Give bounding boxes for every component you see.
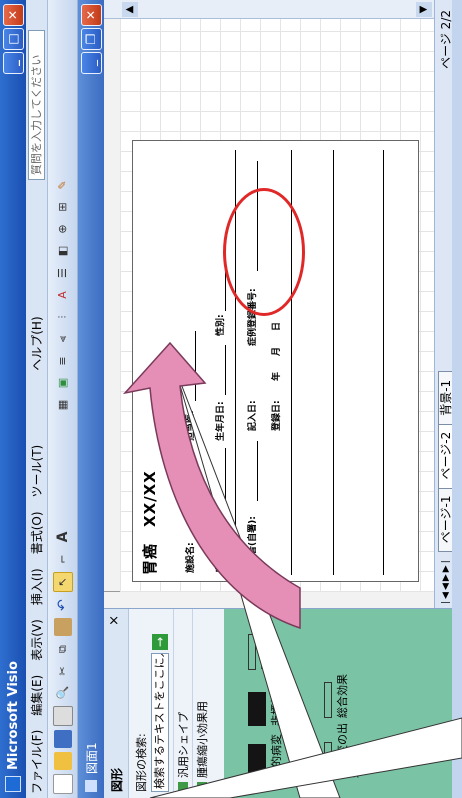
cut-icon[interactable]: ✂ — [54, 662, 72, 680]
field-initials: 患者イニシャル — [216, 509, 226, 573]
visio-window: Microsoft Visio _ □ ✕ ファイル(F) 編集(E) 表示(V… — [0, 0, 462, 798]
shapes-pane-header: 図形 × — [104, 609, 129, 798]
close-button[interactable]: ✕ — [3, 4, 24, 26]
month-label: 月 — [272, 346, 282, 356]
facility-line — [195, 457, 196, 537]
drawing-canvas[interactable]: 胃癌 XX/XX 施設名: 担当医: 患者イニシャル 生年月日: 性別: 記入者… — [120, 18, 434, 592]
align-center-icon[interactable]: ⫶ — [54, 308, 72, 326]
pointer-tool-icon[interactable]: ↖ — [52, 572, 73, 592]
shape-new-lesion-icon — [324, 742, 332, 778]
field-record-date: 記入日: — [248, 400, 258, 431]
help-search-input[interactable]: 質問を入力してください — [28, 30, 45, 180]
grid-icon[interactable]: ⊞ — [54, 198, 72, 216]
preview-icon[interactable]: 🔍 — [54, 684, 72, 702]
menu-edit[interactable]: 編集(E) — [28, 675, 45, 716]
line-weight-icon[interactable]: ☰ — [54, 264, 72, 282]
menu-insert[interactable]: 挿入(I) — [28, 568, 45, 605]
shape-target-lesion[interactable]: 標的病変 — [248, 718, 283, 778]
recorder-line — [257, 441, 258, 501]
paste-icon[interactable] — [53, 618, 72, 636]
save-icon[interactable] — [53, 730, 72, 748]
copy-icon[interactable]: ⧉ — [54, 640, 72, 658]
doc-close-button[interactable]: ✕ — [81, 4, 102, 26]
undo-icon[interactable]: ↶ — [54, 596, 72, 614]
align-left-icon[interactable]: ⫷ — [54, 330, 72, 348]
stencil-label: 腫瘍縮小効果用 — [196, 701, 209, 778]
stencil-label: 汎用シェイプ — [177, 712, 190, 778]
physician-line — [195, 331, 196, 401]
open-icon[interactable] — [53, 752, 72, 770]
field-sex: 性別: — [216, 314, 226, 336]
text-tool-icon[interactable]: A — [54, 528, 72, 546]
line-color-icon[interactable]: ≡ — [54, 352, 72, 370]
vertical-ruler — [104, 591, 434, 608]
menu-tools[interactable]: ツール(T) — [28, 445, 45, 498]
horizontal-ruler — [104, 18, 121, 608]
form-title: 胃癌 XX/XX — [141, 470, 159, 575]
table-icon[interactable]: ▦ — [54, 396, 72, 414]
stencil-tumor-response[interactable]: 腫瘍縮小効果用 — [192, 609, 211, 798]
stencil-shapes-area: 標的病変 非標的病変 腫瘍マーカー 新病変の出現 総合効果 — [224, 609, 462, 798]
maximize-button[interactable]: □ — [3, 28, 24, 50]
shapes-pane: 図形 × 図形の検索: 検索するテキストをここに入 → 汎用シェイプ 腫瘍縮小効… — [104, 608, 462, 798]
page-nav-icons[interactable]: |◀◀▶▶| — [441, 558, 451, 604]
visio-app-icon — [5, 776, 21, 792]
menu-view[interactable]: 表示(V) — [28, 619, 45, 661]
shape-tumor-marker-icon — [248, 634, 256, 670]
document-title: 図面1 — [84, 742, 99, 774]
shape-nontarget-lesion-icon — [248, 692, 266, 726]
shape-new-lesion[interactable]: 新病変の出現 — [324, 722, 362, 778]
field-birthdate: 生年月日: — [216, 401, 226, 441]
shape-search-input[interactable]: 検索するテキストをここに入 — [151, 653, 169, 792]
year-label: 年 — [272, 371, 282, 381]
shape-nontarget-lesion[interactable]: 非標的病変 — [248, 670, 283, 726]
connector-tool-icon[interactable]: ⌐ — [54, 550, 72, 568]
shape-tumor-marker[interactable]: 腫瘍マーカー — [248, 614, 286, 670]
shape-overall-response[interactable]: 総合効果 — [324, 662, 349, 718]
document-window-bar: 図面1 _ ❐ ✕ — [78, 0, 104, 798]
menu-format[interactable]: 書式(O) — [28, 511, 45, 554]
title-bar: Microsoft Visio _ □ ✕ — [0, 0, 26, 798]
section-divider-3 — [333, 150, 334, 575]
field-registration-date: 登録日: — [272, 400, 282, 431]
scroll-up-icon[interactable]: ▲ — [122, 2, 138, 17]
shape-overall-response-icon — [324, 682, 332, 718]
fill-color-icon[interactable]: ▣ — [54, 374, 72, 392]
day-label: 日 — [272, 321, 282, 331]
doc-restore-button[interactable]: ❐ — [81, 28, 102, 50]
font-color-icon[interactable]: A — [54, 286, 72, 304]
vertical-scrollbar[interactable]: ▲ ▼ — [104, 0, 434, 19]
stencil-general-shapes[interactable]: 汎用シェイプ — [173, 609, 192, 798]
stencil-icon — [178, 782, 188, 792]
scroll-down-icon[interactable]: ▼ — [416, 2, 432, 17]
field-physician: 担当医: — [186, 410, 196, 441]
status-bar — [452, 0, 462, 798]
minimize-button[interactable]: _ — [3, 52, 24, 74]
initials-line — [225, 448, 226, 503]
field-facility: 施設名: — [186, 542, 196, 573]
menu-help[interactable]: ヘルプ(H) — [28, 316, 45, 370]
search-go-icon[interactable]: → — [152, 634, 168, 650]
search-label: 図形の検索: — [135, 733, 148, 792]
menu-file[interactable]: ファイル(F) — [28, 730, 45, 794]
app-title: Microsoft Visio — [5, 661, 21, 770]
document-icon — [85, 780, 97, 792]
standard-toolbar: 🔍 ✂ ⧉ ↶ ↖ ⌐ A ▦ ▣ ≡ ⫷ ⫶ A ☰ ◧ ⊕ ⊞ ✎ — [48, 0, 78, 798]
stencil-icon — [197, 782, 207, 792]
shadow-icon[interactable]: ◧ — [54, 242, 72, 260]
shape-search: 図形の検索: 検索するテキストをここに入 → — [129, 609, 173, 798]
format-painter-icon[interactable]: ✎ — [54, 176, 72, 194]
doc-minimize-button[interactable]: _ — [81, 52, 102, 74]
shapes-pane-title: 図形 — [109, 767, 124, 792]
zoom-icon[interactable]: ⊕ — [54, 220, 72, 238]
new-icon[interactable] — [52, 774, 73, 794]
drop-target-ellipse — [223, 188, 305, 316]
drawing-page[interactable]: 胃癌 XX/XX 施設名: 担当医: 患者イニシャル 生年月日: 性別: 記入者… — [132, 140, 419, 582]
close-pane-icon[interactable]: × — [107, 615, 122, 626]
field-recorder: 記入者(自署): — [248, 516, 258, 573]
section-divider-4 — [383, 150, 384, 575]
shape-target-lesion-icon — [248, 744, 266, 778]
birthdate-line — [225, 345, 226, 395]
print-icon[interactable] — [52, 706, 73, 726]
